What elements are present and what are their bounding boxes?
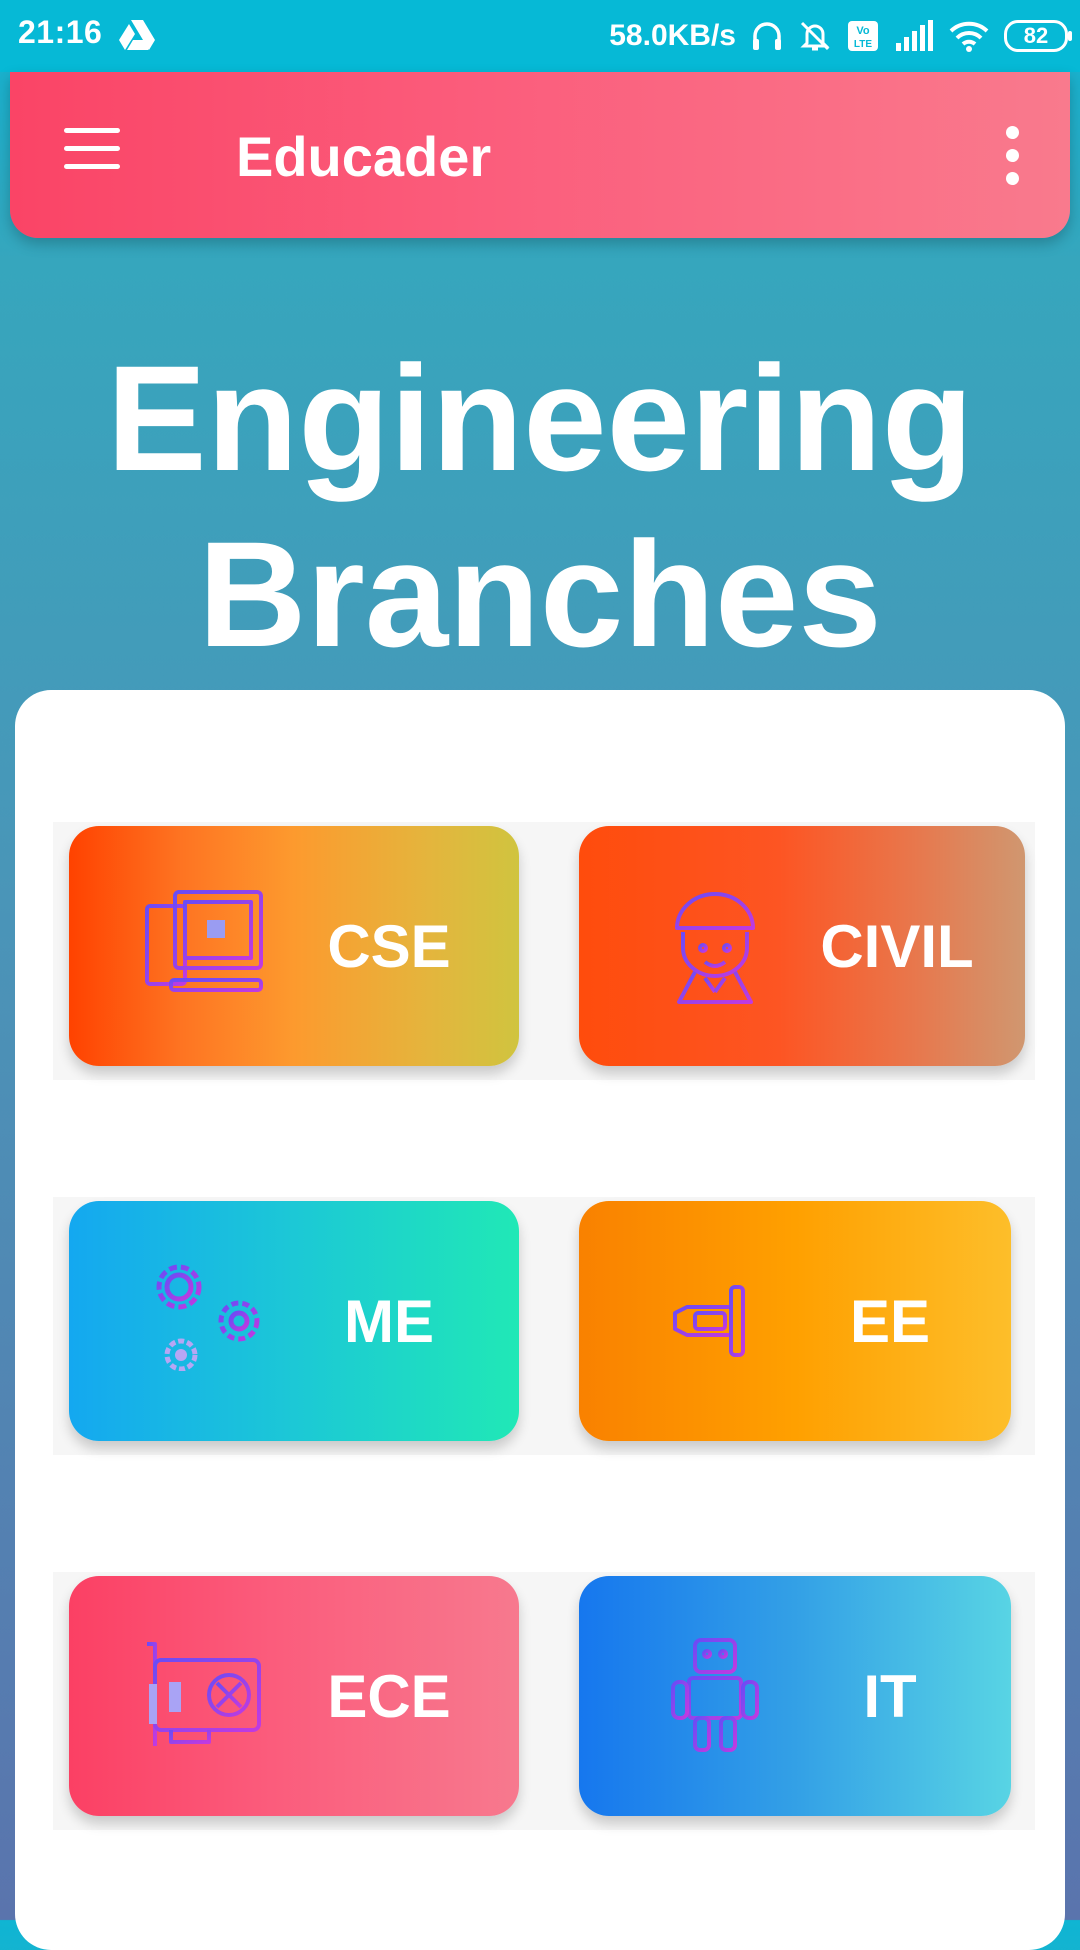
- network-speed: 58.0KB/s: [609, 19, 736, 52]
- engineer-helmet-icon: [671, 892, 759, 1004]
- more-options-button[interactable]: [1002, 126, 1022, 186]
- volte-icon: Vo LTE: [848, 21, 878, 51]
- circuit-card-icon: [147, 1642, 261, 1746]
- branches-card: CSE CIVIL ME EE ECE IT: [15, 690, 1065, 1950]
- menu-button[interactable]: [64, 128, 134, 184]
- plug-icon: [657, 1285, 769, 1357]
- status-time: 21:16: [18, 14, 103, 50]
- branch-tile-me[interactable]: ME: [69, 1201, 519, 1441]
- page-title: Engineering Branches: [0, 330, 1080, 682]
- google-drive-icon: [119, 20, 155, 50]
- status-bar: 21:16 58.0KB/s Vo LTE 82: [0, 0, 1080, 72]
- more-vert-icon: [1005, 126, 1019, 139]
- computer-icon: [145, 890, 263, 992]
- branch-label-ee: EE: [849, 1287, 931, 1355]
- status-icons: 58.0KB/s Vo LTE 82: [609, 12, 1072, 60]
- branch-label-cse: CSE: [327, 912, 451, 980]
- battery-indicator: 82: [1004, 20, 1072, 52]
- branch-tile-civil[interactable]: CIVIL: [579, 826, 1025, 1066]
- branch-tile-it[interactable]: IT: [579, 1576, 1011, 1816]
- page-title-line-2: Branches: [198, 510, 882, 678]
- app-bar: Educader: [10, 72, 1070, 238]
- robot-icon: [671, 1638, 759, 1752]
- headphones-icon: [753, 22, 781, 50]
- bell-off-icon: [800, 21, 830, 51]
- branch-label-it: IT: [863, 1662, 917, 1730]
- cellular-signal-icon: [896, 20, 933, 51]
- svg-text:LTE: LTE: [854, 39, 872, 50]
- branch-label-ece: ECE: [327, 1662, 451, 1730]
- gears-icon: [156, 1264, 260, 1371]
- branch-tile-ece[interactable]: ECE: [69, 1576, 519, 1816]
- wifi-icon: [949, 21, 989, 52]
- app-title: Educader: [236, 125, 492, 188]
- branch-label-civil: CIVIL: [820, 912, 974, 980]
- svg-text:Vo: Vo: [856, 25, 870, 37]
- page-title-line-1: Engineering: [106, 334, 974, 502]
- branch-label-me: ME: [344, 1287, 434, 1355]
- branch-tile-ee[interactable]: EE: [579, 1201, 1011, 1441]
- branch-tile-cse[interactable]: CSE: [69, 826, 519, 1066]
- hamburger-menu-icon: [64, 128, 120, 133]
